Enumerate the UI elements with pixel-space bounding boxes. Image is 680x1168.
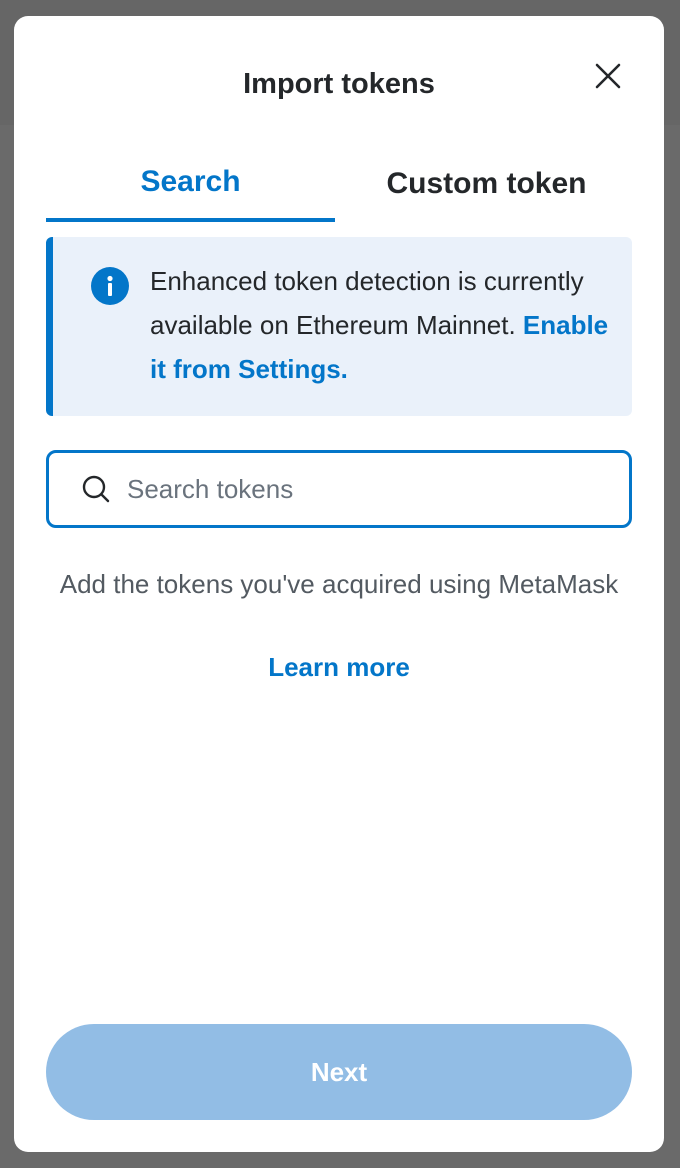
modal-title: Import tokens (243, 68, 435, 100)
token-detection-banner: Enhanced token detection is currently av… (46, 237, 632, 416)
help-text: Add the tokens you've acquired using Met… (59, 569, 619, 599)
info-icon (91, 267, 129, 305)
banner-message: Enhanced token detection is currently av… (150, 266, 584, 340)
learn-more-link[interactable]: Learn more (14, 652, 664, 683)
search-input[interactable] (127, 473, 597, 505)
close-button[interactable] (590, 58, 626, 94)
search-field[interactable] (46, 450, 632, 528)
tab-custom-token[interactable]: Custom token (335, 146, 638, 222)
banner-text: Enhanced token detection is currently av… (150, 259, 620, 391)
next-button[interactable]: Next (46, 1024, 632, 1120)
import-tokens-modal: Import tokens Search Custom token Enhanc… (14, 16, 664, 1152)
search-icon (81, 474, 111, 504)
tab-search[interactable]: Search (46, 146, 335, 222)
close-icon (595, 63, 621, 89)
